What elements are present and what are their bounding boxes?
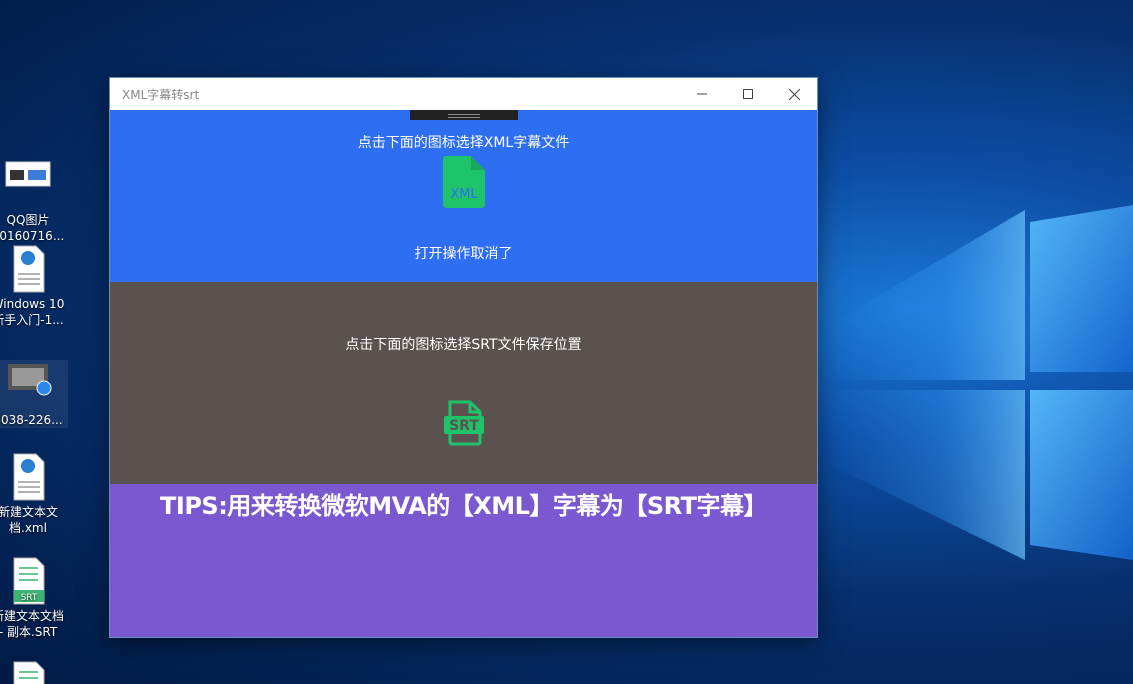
desktop-icon-label: 新建文本文: [0, 505, 58, 519]
xml-file-picker-button[interactable]: XML: [441, 156, 487, 208]
desktop-icon-label: Windows 10: [0, 297, 65, 311]
app-window: XML字幕转srt 点击下面的图标选择XML字幕文件 XML 打开操作取消了 点…: [110, 78, 817, 637]
drag-handle[interactable]: [410, 110, 518, 120]
xml-file-icon: XML: [443, 156, 485, 208]
xml-status-text: 打开操作取消了: [414, 246, 513, 262]
desktop-icon-label: 新建文本文档: [0, 609, 64, 623]
xml-document-icon: [4, 452, 52, 501]
srt-badge-text: SRT: [21, 593, 38, 603]
image-file-icon: [4, 160, 52, 208]
xml-icon-label: XML: [450, 187, 478, 202]
desktop-icon-label: 新手入门-1...: [0, 313, 64, 327]
desktop-icon-label: 档.xml: [9, 521, 47, 535]
desktop-icon-video[interactable]: 8038-226...: [0, 360, 68, 428]
srt-file-icon: SRT: [444, 400, 484, 446]
desktop-icon-label: QQ图片: [6, 213, 50, 227]
maximize-button[interactable]: [725, 78, 771, 110]
desktop-icon-new-xml[interactable]: 新建文本文 档.xml: [0, 452, 68, 536]
desktop-icon-windows10-guide[interactable]: Windows 10 新手入门-1...: [0, 244, 68, 328]
desktop-icon-partial[interactable]: [0, 660, 68, 684]
document-icon: [4, 660, 52, 684]
tips-text: TIPS:用来转换微软MVA的【XML】字幕为【SRT字幕】: [160, 492, 767, 520]
desktop-icon-label: 8038-226...: [0, 413, 63, 427]
desktop-icon-qq-image[interactable]: QQ图片 20160716...: [0, 160, 68, 244]
html-document-icon: [4, 244, 52, 293]
srt-file-icon: SRT: [4, 556, 52, 605]
close-button[interactable]: [771, 78, 817, 110]
srt-save-prompt: 点击下面的图标选择SRT文件保存位置: [345, 337, 582, 353]
window-controls: [679, 78, 817, 110]
maximize-icon: [743, 89, 753, 99]
tips-section: TIPS:用来转换微软MVA的【XML】字幕为【SRT字幕】: [110, 484, 817, 637]
close-icon: [788, 88, 800, 100]
xml-select-prompt: 点击下面的图标选择XML字幕文件: [357, 135, 570, 151]
video-file-icon: [4, 360, 52, 408]
minimize-icon: [697, 93, 707, 95]
srt-save-location-button[interactable]: SRT: [442, 400, 486, 446]
srt-icon-label: SRT: [449, 418, 479, 434]
xml-select-section: 点击下面的图标选择XML字幕文件 XML 打开操作取消了: [110, 110, 817, 282]
title-bar[interactable]: XML字幕转srt: [110, 78, 817, 110]
desktop-icon-label: - 副本.SRT: [0, 625, 58, 639]
window-title: XML字幕转srt: [122, 87, 200, 102]
minimize-button[interactable]: [679, 78, 725, 110]
desktop-icon-new-srt[interactable]: SRT 新建文本文档 - 副本.SRT: [0, 556, 68, 640]
srt-save-section: 点击下面的图标选择SRT文件保存位置 SRT: [110, 282, 817, 484]
desktop-icon-label: 20160716...: [0, 229, 65, 243]
